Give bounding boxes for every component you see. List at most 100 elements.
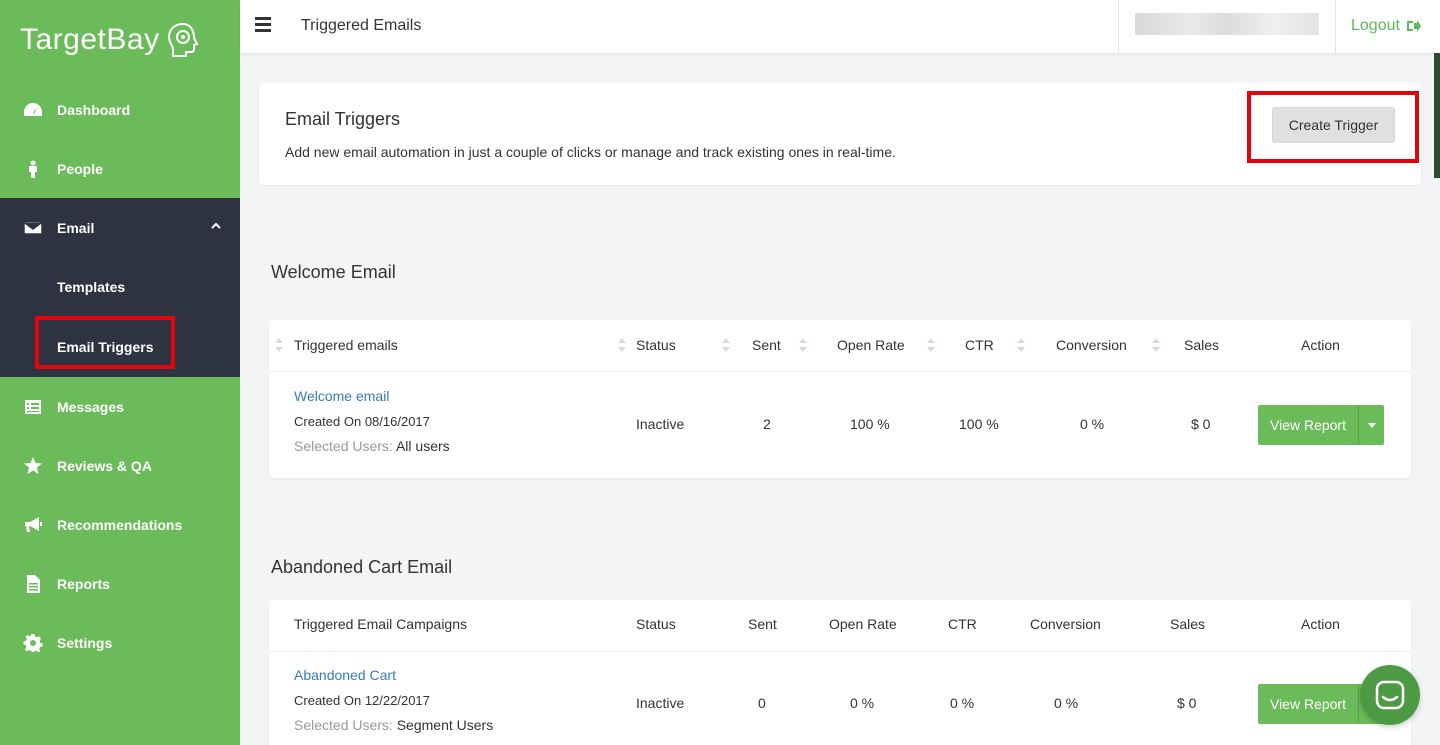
abandoned-cart-table: Triggered Email Campaigns Status Sent Op… bbox=[269, 600, 1411, 745]
dashboard-icon bbox=[22, 101, 44, 119]
column-header: Conversion bbox=[1030, 616, 1101, 632]
sidebar-item-label: Settings bbox=[57, 634, 113, 651]
sent-cell: 2 bbox=[763, 416, 771, 432]
sales-cell: $ 0 bbox=[1191, 416, 1211, 432]
chat-icon bbox=[1375, 680, 1405, 710]
divider bbox=[1335, 0, 1336, 53]
chevron-up-icon bbox=[211, 222, 221, 229]
sidebar-item-reports[interactable]: Reports bbox=[0, 554, 240, 613]
column-header[interactable]: Conversion bbox=[1056, 337, 1127, 353]
logout-link[interactable]: Logout bbox=[1351, 17, 1421, 35]
brand-logo[interactable]: TargetBay bbox=[0, 0, 240, 80]
star-icon bbox=[22, 456, 44, 475]
created-date: Created On 12/22/2017 bbox=[294, 693, 430, 708]
card-title: Email Triggers bbox=[285, 109, 401, 129]
ctr-cell: 100 % bbox=[959, 416, 999, 432]
sidebar-item-templates[interactable]: Templates bbox=[0, 257, 240, 317]
sidebar-item-label: Reports bbox=[57, 575, 110, 592]
sort-icon[interactable] bbox=[275, 338, 283, 352]
selected-users-label: Selected Users: bbox=[294, 717, 393, 733]
sort-icon[interactable] bbox=[1152, 338, 1160, 352]
brain-head-icon bbox=[167, 22, 198, 57]
card-description: Add new email automation in just a coupl… bbox=[285, 144, 896, 160]
selected-users-value: All users bbox=[395, 438, 450, 454]
column-header[interactable]: Sent bbox=[752, 337, 781, 353]
column-header: Status bbox=[636, 616, 676, 632]
scrollbar-thumb[interactable] bbox=[1434, 53, 1440, 178]
column-header: Sales bbox=[1170, 616, 1206, 632]
sidebar-item-settings[interactable]: Settings bbox=[0, 613, 240, 672]
sidebar-item-label: Reviews & QA bbox=[57, 457, 152, 474]
sort-icon[interactable] bbox=[722, 338, 730, 352]
sort-icon[interactable] bbox=[1017, 338, 1025, 352]
logout-icon bbox=[1406, 20, 1421, 32]
section-title-abandoned: Abandoned Cart Email bbox=[271, 557, 453, 577]
top-bar: Triggered Emails Logout bbox=[240, 0, 1440, 53]
envelope-icon bbox=[22, 219, 44, 237]
sidebar-item-messages[interactable]: Messages bbox=[0, 377, 240, 436]
document-icon bbox=[22, 574, 44, 593]
selected-users: Selected Users: Segment Users bbox=[294, 717, 493, 733]
conversion-cell: 0 % bbox=[1080, 416, 1105, 432]
created-date: Created On 08/16/2017 bbox=[294, 414, 430, 429]
open-rate-cell: 100 % bbox=[850, 416, 890, 432]
column-header[interactable]: Triggered emails bbox=[294, 337, 398, 353]
sort-icon[interactable] bbox=[927, 338, 935, 352]
user-account-redacted[interactable] bbox=[1135, 13, 1319, 35]
highlight-box-email-triggers bbox=[35, 316, 175, 369]
sidebar-item-people[interactable]: People bbox=[0, 139, 240, 198]
hamburger-menu-icon[interactable] bbox=[255, 17, 271, 32]
column-header[interactable]: Open Rate bbox=[837, 337, 905, 353]
sidebar-item-label: Templates bbox=[57, 279, 126, 295]
column-header: Action bbox=[1301, 616, 1340, 632]
trigger-name-link[interactable]: Abandoned Cart bbox=[294, 667, 396, 683]
selected-users: Selected Users: All users bbox=[294, 438, 450, 454]
section-title-welcome: Welcome Email bbox=[271, 262, 396, 282]
table-header: Triggered Email Campaigns Status Sent Op… bbox=[269, 600, 1411, 652]
sent-cell: 0 bbox=[758, 695, 766, 711]
column-header: Sent bbox=[748, 616, 777, 632]
status-cell: Inactive bbox=[636, 416, 685, 432]
chat-widget-button[interactable] bbox=[1360, 665, 1420, 725]
sidebar-item-label: People bbox=[57, 160, 103, 177]
sidebar-item-recommendations[interactable]: Recommendations bbox=[0, 495, 240, 554]
column-header[interactable]: Sales bbox=[1184, 337, 1219, 353]
view-report-button[interactable]: View Report bbox=[1258, 684, 1358, 724]
ctr-cell: 0 % bbox=[950, 695, 975, 711]
sort-icon[interactable] bbox=[618, 338, 626, 352]
sort-icon[interactable] bbox=[799, 338, 807, 352]
status-cell: Inactive bbox=[636, 695, 685, 711]
highlight-box-create-trigger bbox=[1247, 91, 1419, 163]
open-rate-cell: 0 % bbox=[850, 695, 875, 711]
sidebar-item-label: Email bbox=[57, 219, 95, 236]
column-header: CTR bbox=[948, 616, 977, 632]
megaphone-icon bbox=[22, 516, 44, 534]
column-header[interactable]: CTR bbox=[965, 337, 994, 353]
welcome-email-table: Triggered emails Status Sent Open Rate C… bbox=[269, 320, 1411, 478]
table-header: Triggered emails Status Sent Open Rate C… bbox=[269, 320, 1411, 372]
page-title: Triggered Emails bbox=[301, 17, 422, 34]
messages-icon bbox=[22, 398, 44, 416]
selected-users-label: Selected Users: bbox=[294, 438, 393, 454]
column-header[interactable]: Status bbox=[636, 337, 676, 353]
sidebar-item-reviews[interactable]: Reviews & QA bbox=[0, 436, 240, 495]
column-header: Action bbox=[1301, 337, 1340, 353]
conversion-cell: 0 % bbox=[1054, 695, 1079, 711]
brand-name: TargetBay bbox=[20, 23, 160, 56]
view-report-button[interactable]: View Report bbox=[1258, 405, 1358, 445]
view-report-split-button: View Report bbox=[1258, 405, 1384, 445]
column-header: Open Rate bbox=[829, 616, 897, 632]
column-header: Triggered Email Campaigns bbox=[294, 616, 467, 632]
sidebar-item-label: Recommendations bbox=[57, 516, 183, 533]
person-icon bbox=[22, 160, 44, 178]
sidebar-item-email[interactable]: Email bbox=[0, 198, 240, 257]
caret-down-icon bbox=[1367, 422, 1376, 428]
sidebar-item-dashboard[interactable]: Dashboard bbox=[0, 80, 240, 139]
sidebar-item-label: Dashboard bbox=[57, 101, 131, 118]
logout-label: Logout bbox=[1351, 17, 1400, 34]
sales-cell: $ 0 bbox=[1177, 695, 1197, 711]
selected-users-value: Segment Users bbox=[396, 717, 494, 733]
view-report-dropdown[interactable] bbox=[1358, 405, 1384, 445]
trigger-name-link[interactable]: Welcome email bbox=[294, 388, 389, 404]
sidebar-item-label: Messages bbox=[57, 398, 124, 415]
